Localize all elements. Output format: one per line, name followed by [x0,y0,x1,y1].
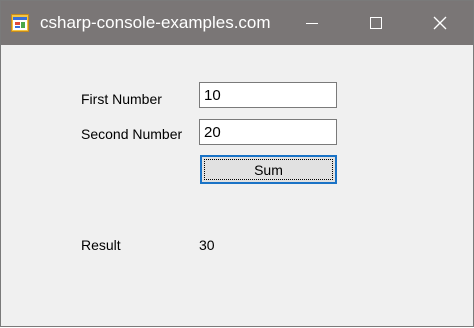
minimize-button[interactable] [289,1,335,45]
app-window: csharp-console-examples.com First Number… [0,0,474,327]
first-number-input[interactable] [199,82,337,108]
minimize-icon [306,23,318,24]
window-title: csharp-console-examples.com [40,13,271,32]
maximize-icon [370,17,382,29]
title-bar[interactable]: csharp-console-examples.com [1,1,473,45]
first-number-label: First Number [81,91,162,107]
close-icon [433,16,447,30]
maximize-button[interactable] [353,1,399,45]
close-button[interactable] [417,1,463,45]
result-label: Result [81,237,121,253]
sum-button[interactable]: Sum [200,155,337,184]
second-number-label: Second Number [81,126,183,142]
focus-rectangle [204,159,333,180]
second-number-input[interactable] [199,119,337,145]
windows-form-icon [11,14,29,32]
result-value: 30 [199,237,215,253]
form-client-area: First Number Second Number Sum Result 30 [1,45,473,328]
